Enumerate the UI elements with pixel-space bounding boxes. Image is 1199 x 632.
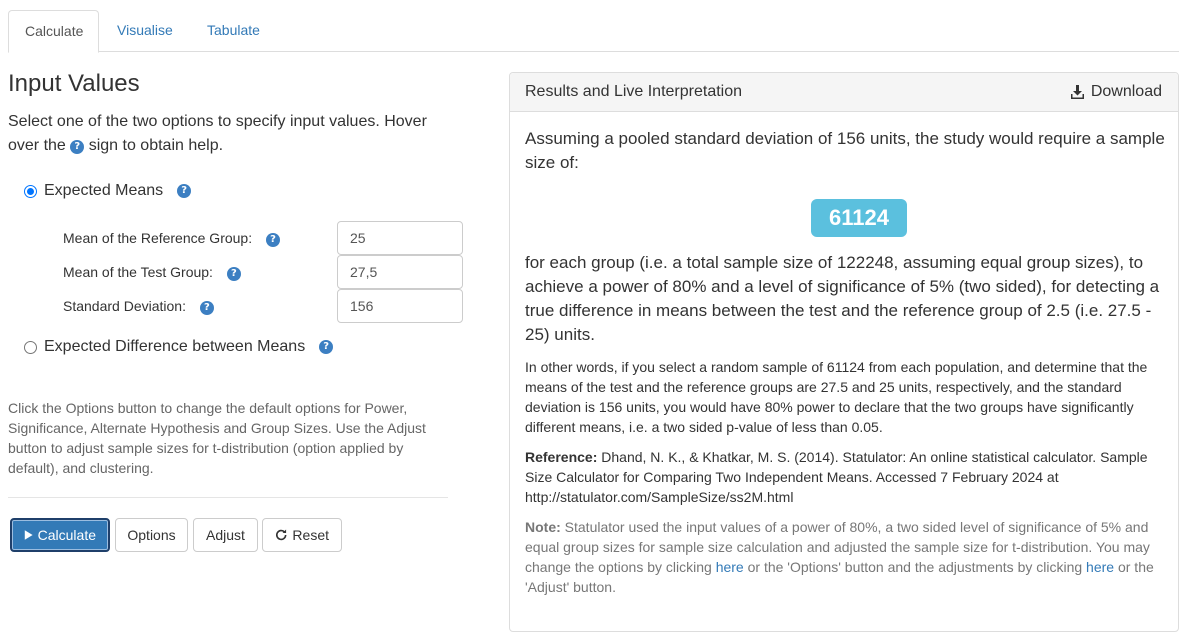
- tab-tabulate-label: Tabulate: [207, 22, 260, 38]
- adjust-button[interactable]: Adjust: [193, 518, 258, 552]
- input-values-heading: Input Values: [8, 70, 140, 97]
- play-icon: [24, 530, 33, 540]
- question-circle-icon: ?: [70, 140, 85, 154]
- divider: [8, 497, 448, 498]
- options-help-text: Click the Options button to change the d…: [8, 400, 426, 476]
- adjust-button-label: Adjust: [206, 527, 245, 543]
- test-mean-label: Mean of the Test Group: ?: [63, 255, 241, 289]
- results-panel-header: Results and Live Interpretation Download: [510, 73, 1178, 112]
- standard-deviation-input[interactable]: 156: [337, 289, 463, 323]
- expected-means-radio[interactable]: [24, 184, 37, 198]
- expected-means-label: Expected Means: [44, 182, 164, 199]
- download-button[interactable]: Download: [1070, 73, 1162, 111]
- option-expected-difference[interactable]: Expected Difference between Means ?: [24, 338, 334, 356]
- refresh-icon: [275, 529, 287, 541]
- options-here-link[interactable]: here: [716, 559, 744, 575]
- tab-tabulate[interactable]: Tabulate: [191, 10, 276, 52]
- expected-difference-radio[interactable]: [24, 340, 37, 354]
- standard-deviation-label-text: Standard Deviation:: [63, 298, 186, 314]
- options-button-label: Options: [127, 527, 176, 543]
- download-label: Download: [1090, 83, 1162, 100]
- results-panel: Results and Live Interpretation Download…: [509, 72, 1179, 632]
- sample-size-badge: 61124: [811, 199, 907, 237]
- reset-button[interactable]: Reset: [262, 518, 342, 552]
- adjust-here-link[interactable]: here: [1086, 559, 1114, 575]
- tab-calculate[interactable]: Calculate: [8, 10, 99, 53]
- calculate-button[interactable]: Calculate: [10, 518, 110, 552]
- question-circle-icon[interactable]: ?: [199, 301, 214, 315]
- reference-mean-input[interactable]: 25: [337, 221, 463, 255]
- tab-bar: Calculate Visualise Tabulate: [8, 10, 1179, 53]
- question-circle-icon[interactable]: ?: [266, 233, 280, 247]
- tab-visualise-label: Visualise: [117, 22, 173, 38]
- test-mean-input[interactable]: 27,5: [337, 255, 463, 289]
- download-icon: [1070, 84, 1084, 99]
- intro-text: Select one of the two options to specify…: [8, 110, 458, 158]
- reference-body: Dhand, N. K., & Khatkar, M. S. (2014). S…: [525, 449, 1148, 505]
- expected-difference-label: Expected Difference between Means: [44, 338, 306, 355]
- results-interpretation-text: for each group (i.e. a total sample size…: [525, 253, 1160, 344]
- results-panel-title: Results and Live Interpretation: [525, 83, 743, 100]
- question-circle-icon[interactable]: ?: [177, 184, 192, 198]
- note-part2: or the 'Options' button and the adjustme…: [747, 559, 1083, 575]
- results-other-words-text: In other words, if you select a random s…: [525, 359, 1148, 435]
- results-intro-text: Assuming a pooled standard deviation of …: [525, 129, 1165, 172]
- note-label: Note:: [525, 519, 561, 535]
- tab-calculate-label: Calculate: [25, 23, 84, 39]
- test-mean-label-text: Mean of the Test Group:: [63, 264, 213, 280]
- calculate-button-label: Calculate: [37, 527, 96, 543]
- reference-label: Reference:: [525, 449, 598, 465]
- question-circle-icon[interactable]: ?: [226, 267, 241, 281]
- reference-text: Reference: Dhand, N. K., & Khatkar, M. S…: [525, 447, 1157, 507]
- reference-mean-label-text: Mean of the Reference Group:: [63, 230, 253, 246]
- note-text: Note: Statulator used the input values o…: [525, 517, 1157, 597]
- option-expected-means[interactable]: Expected Means ?: [24, 182, 192, 200]
- tab-visualise[interactable]: Visualise: [101, 10, 189, 52]
- reset-button-label: Reset: [292, 527, 329, 543]
- intro-text-part2: sign to obtain help.: [88, 137, 224, 154]
- question-circle-icon[interactable]: ?: [319, 340, 334, 354]
- standard-deviation-label: Standard Deviation: ?: [63, 289, 214, 323]
- options-button[interactable]: Options: [115, 518, 188, 552]
- reference-mean-label: Mean of the Reference Group: ?: [63, 221, 280, 255]
